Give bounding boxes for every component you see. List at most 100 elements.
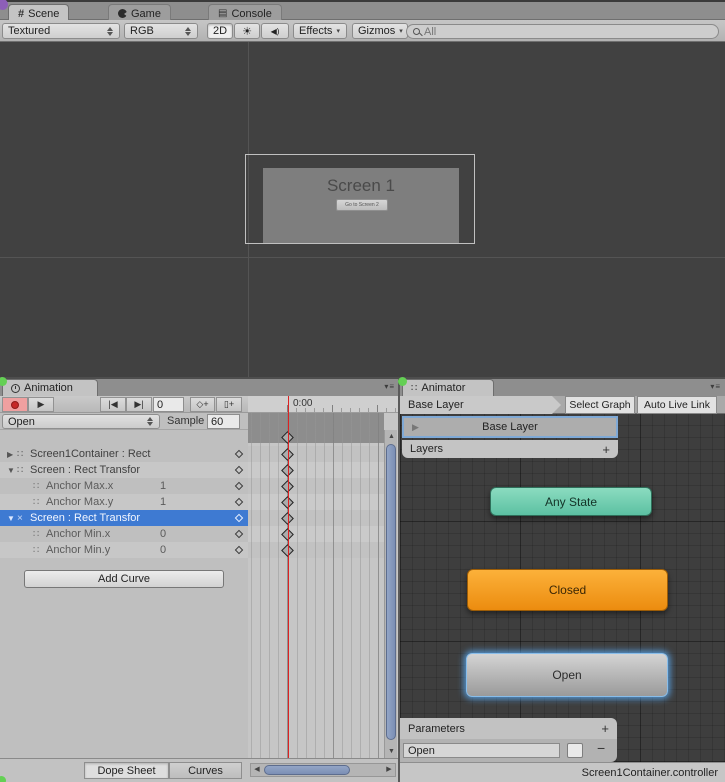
keyframe-diamond-icon[interactable] [235,546,243,554]
keyframe-diamond-icon[interactable] [235,466,243,474]
add-keyframe-button[interactable]: ◇+ [190,397,215,412]
remove-parameter-button[interactable]: − [597,740,605,756]
animator-status-bar: Screen1Container.controller [400,762,725,782]
twisty-icon[interactable]: ▼ [7,466,17,475]
view-tab-bar: # Scene Game ▤ Console [0,0,725,20]
auto-live-link-button[interactable]: Auto Live Link [637,396,717,414]
parameter-row: − [400,739,617,762]
frame-input[interactable] [154,398,183,411]
first-key-button[interactable]: |◀ [100,397,126,412]
row-value[interactable]: 0 [160,528,166,540]
tab-animator[interactable]: ∷ Animator [402,379,494,396]
record-button[interactable] [2,397,28,412]
sample-field[interactable] [207,414,240,429]
tab-console-label: Console [231,8,271,20]
clip-dropdown[interactable]: Open [2,414,160,429]
anim-row-screen1container[interactable]: ▶ ∷ Screen1Container : Rect [0,446,248,462]
scroll-left-icon[interactable]: ◀ [251,764,263,776]
controller-path-label: Screen1Container.controller [582,767,718,779]
anim-row-screen-rect2-selected[interactable]: ▼ × Screen : Rect Transfor [0,510,248,526]
panel-menu-icon[interactable]: ▾≡ [710,382,721,391]
goto-screen2-button[interactable]: Go to Screen 2 [336,199,388,211]
panel-menu-icon[interactable]: ▾≡ [384,382,395,391]
sample-input[interactable] [208,415,239,428]
breadcrumb[interactable]: Base Layer [400,396,552,414]
timeline-row [248,526,384,542]
twisty-icon[interactable]: ▼ [7,514,17,523]
draw-mode-dropdown[interactable]: Textured [2,23,120,39]
anim-row-anchor-min-y[interactable]: ∷ Anchor Min.y 0 [0,542,248,558]
scrollbar-thumb[interactable] [264,765,350,775]
animation-bottom-bar: Dope Sheet Curves ◀ ▶ [0,758,398,782]
scene-search-field[interactable] [406,24,719,39]
anim-row-anchor-max-y[interactable]: ∷ Anchor Max.y 1 [0,494,248,510]
state-machine-graph[interactable]: ▶ Base Layer Layers + Any State Closed O… [400,414,725,762]
horizontal-scrollbar[interactable]: ◀ ▶ [250,763,396,777]
scroll-up-icon[interactable]: ▲ [385,430,398,443]
record-icon [11,401,19,409]
keyframe-diamond-icon[interactable] [235,482,243,490]
gizmos-dropdown[interactable]: Gizmos ▾ [352,23,408,39]
timeline-row [248,478,384,494]
tab-animator-label: Animator [421,382,465,394]
timeline-ruler[interactable]: 0:00 [248,396,398,413]
state-node-closed[interactable]: Closed [467,569,668,611]
keyframe-diamond-icon[interactable] [235,450,243,458]
parameter-name-field[interactable] [403,743,560,758]
updown-icon [147,417,154,426]
state-node-open[interactable]: Open [466,653,668,697]
scroll-down-icon[interactable]: ▼ [385,745,398,758]
parameter-checkbox[interactable] [567,743,583,758]
effects-dropdown[interactable]: Effects ▾ [293,23,347,39]
anim-row-screen-rect1[interactable]: ▼ ∷ Screen : Rect Transfor [0,462,248,478]
frame-field[interactable] [153,397,184,412]
layer-item-base-layer[interactable]: ▶ Base Layer [402,416,618,438]
timeline-row [248,462,384,478]
row-value[interactable]: 1 [160,496,166,508]
row-label: Screen : Rect Transfor [30,464,140,476]
add-layer-button[interactable]: + [602,442,610,457]
speaker-icon: ◀) [271,27,280,36]
animation-toolbar: ▶ |◀ ▶| ◇+ ▯+ [0,396,248,413]
corner-dot-green [398,377,407,386]
scroll-right-icon[interactable]: ▶ [383,764,395,776]
rect-transform-icon: ∷ [17,449,30,460]
play-button[interactable]: ▶ [28,397,54,412]
anchor-icon: ∷ [33,529,46,540]
row-value[interactable]: 0 [160,544,166,556]
add-event-button[interactable]: ▯+ [216,397,242,412]
keyframe-diamond-icon[interactable] [235,514,243,522]
layers-bar[interactable]: Layers + [402,440,618,458]
search-input[interactable] [424,26,712,38]
scrollbar-thumb[interactable] [386,444,396,740]
add-parameter-button[interactable]: + [601,721,609,736]
state-node-any-state[interactable]: Any State [490,487,652,516]
anim-row-anchor-min-x[interactable]: ∷ Anchor Min.x 0 [0,526,248,542]
row-value[interactable]: 1 [160,480,166,492]
screen1-panel[interactable]: Screen 1 Go to Screen 2 [263,168,459,243]
audio-toggle-button[interactable]: ◀) [261,23,289,39]
clock-icon [11,384,20,393]
playhead[interactable] [288,396,289,758]
dope-sheet-timeline[interactable]: 0:00 ▲ ▼ [248,396,398,758]
dope-sheet-button[interactable]: Dope Sheet [84,762,169,779]
lighting-toggle-button[interactable]: ☀ [234,23,260,39]
tab-animation[interactable]: Animation [2,379,98,396]
last-key-button[interactable]: ▶| [126,397,152,412]
parameter-name-input[interactable] [404,744,559,757]
keyframe-diamond-icon[interactable] [235,530,243,538]
anchor-icon: ∷ [33,545,46,556]
vertical-scrollbar[interactable]: ▲ ▼ [384,430,397,758]
2d-toggle-button[interactable]: 2D [207,23,233,39]
render-mode-dropdown[interactable]: RGB [124,23,198,39]
add-curve-button[interactable]: Add Curve [24,570,224,588]
twisty-icon[interactable]: ▶ [7,450,17,459]
curves-button[interactable]: Curves [169,762,242,779]
scene-toolbar: Textured RGB 2D ☀ ◀) Effects ▾ Gizmos ▾ [0,20,725,42]
parameters-header[interactable]: Parameters + [400,718,617,739]
anim-row-anchor-max-x[interactable]: ∷ Anchor Max.x 1 [0,478,248,494]
select-graph-button[interactable]: Select Graph [565,396,635,414]
render-mode-label: RGB [130,25,154,37]
scene-viewport[interactable]: Screen 1 Go to Screen 2 [0,42,725,377]
keyframe-diamond-icon[interactable] [235,498,243,506]
